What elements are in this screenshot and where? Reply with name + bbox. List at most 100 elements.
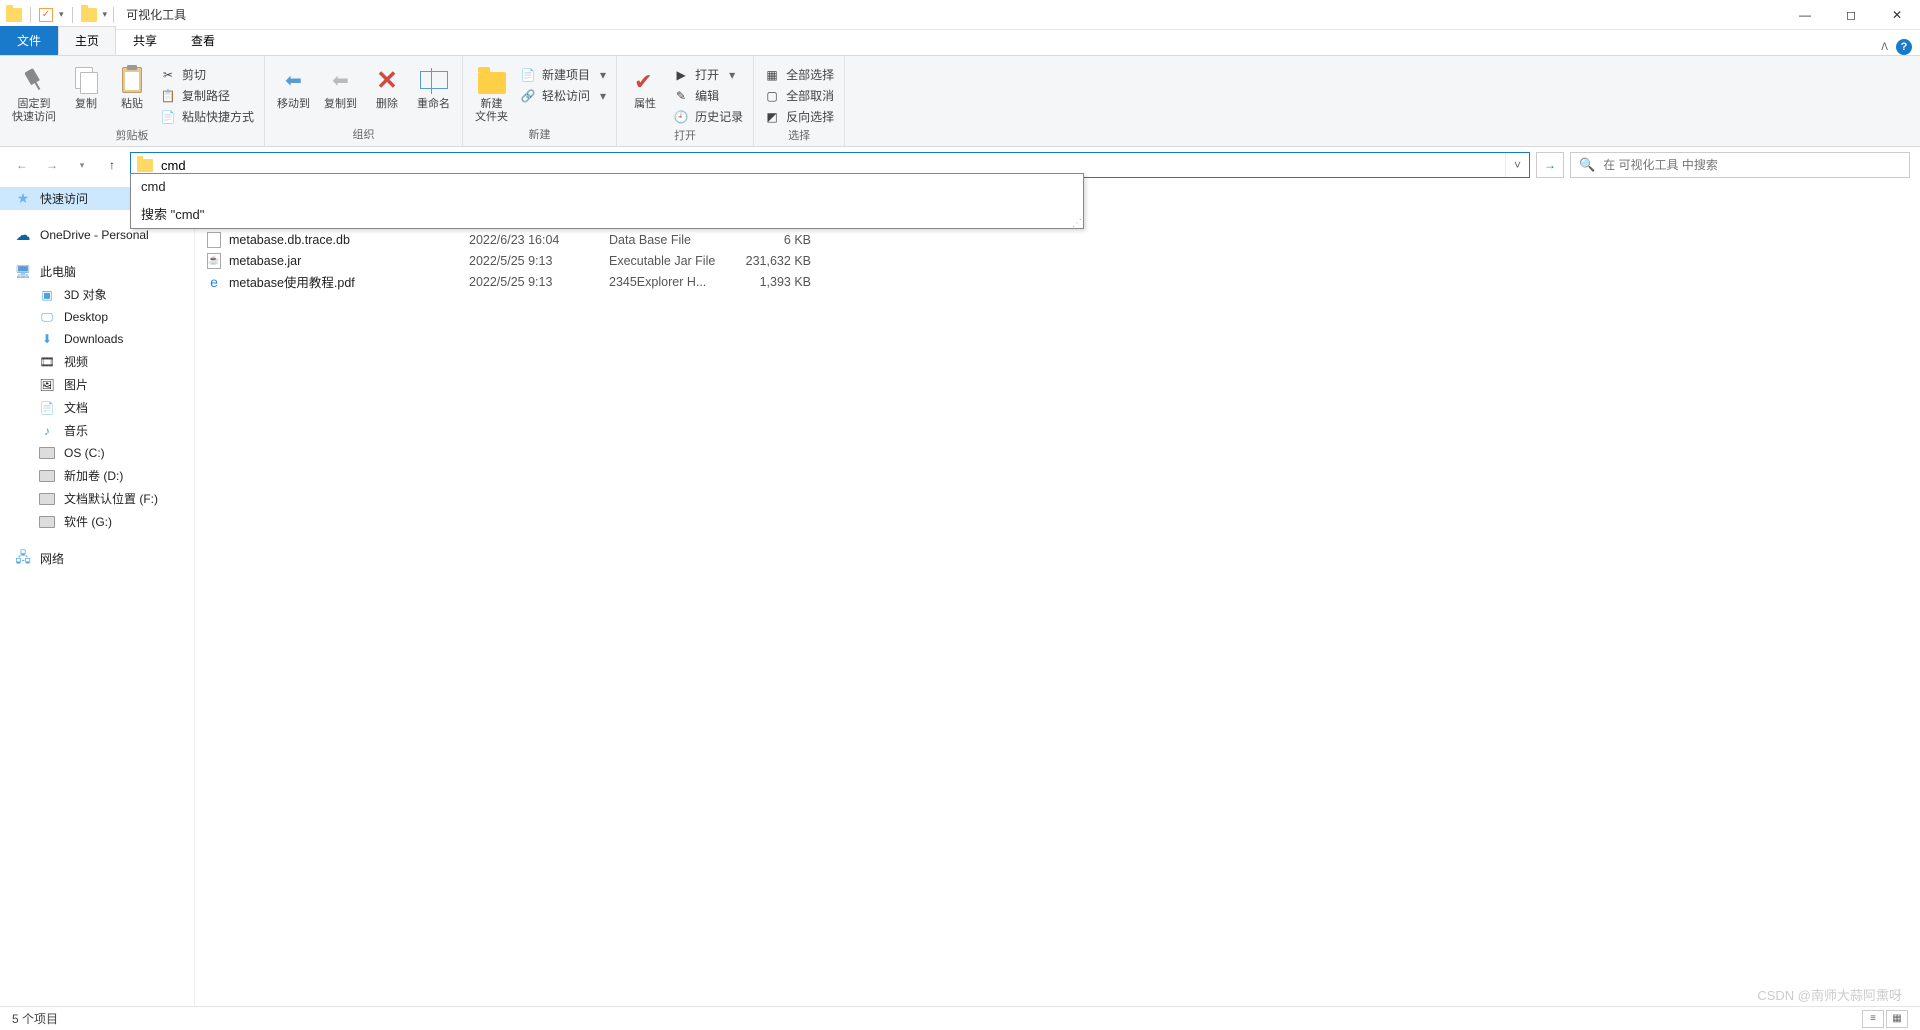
music-icon: ♪ <box>38 423 56 439</box>
moveto-label: 移动到 <box>277 98 310 111</box>
sidebar-item-drive-d[interactable]: 新加卷 (D:) <box>0 464 194 487</box>
paste-label: 粘贴 <box>121 98 143 111</box>
pin-quickaccess-button[interactable]: 固定到 快速访问 <box>6 62 62 126</box>
newfolder-button[interactable]: 新建 文件夹 <box>469 62 514 126</box>
drive-icon <box>38 514 56 530</box>
check-icon: ✔ <box>634 69 656 91</box>
maximize-button[interactable]: ◻ <box>1828 0 1874 30</box>
sidebar-item-pictures[interactable]: 🖼图片 <box>0 373 194 396</box>
paste-button[interactable]: 粘贴 <box>110 62 154 113</box>
divider <box>113 7 114 23</box>
tab-share[interactable]: 共享 <box>116 26 174 55</box>
invertselect-button[interactable]: ◩反向选择 <box>760 106 838 127</box>
sidebar-item-drive-g[interactable]: 软件 (G:) <box>0 510 194 533</box>
history-label: 历史记录 <box>695 108 743 125</box>
group-open: ✔ 属性 ▶打开▾ ✎编辑 🕘历史记录 打开 <box>617 56 754 146</box>
sidebar-label: 音乐 <box>64 422 88 439</box>
easyaccess-button[interactable]: 🔗轻松访问▾ <box>516 85 610 106</box>
moveto-button[interactable]: ⬅ 移动到 <box>271 62 316 113</box>
close-button[interactable]: ✕ <box>1874 0 1920 30</box>
db-file-icon <box>207 232 221 248</box>
sidebar-item-3dobjects[interactable]: ▣ 3D 对象 <box>0 283 194 306</box>
sidebar-label: 图片 <box>64 376 88 393</box>
copyto-button[interactable]: ⬅ 复制到 <box>318 62 363 113</box>
objects-icon: ▣ <box>38 287 56 303</box>
cut-label: 剪切 <box>182 66 206 83</box>
pasteshortcut-button[interactable]: 📄粘贴快捷方式 <box>156 106 258 127</box>
table-row[interactable]: metabase.db.trace.db 2022/6/23 16:04 Dat… <box>195 229 1920 250</box>
address-dropdown[interactable]: ˅ <box>1505 153 1529 177</box>
table-row[interactable]: ☕ metabase.jar 2022/5/25 9:13 Executable… <box>195 250 1920 271</box>
props-label: 属性 <box>634 98 656 111</box>
open-button[interactable]: ▶打开▾ <box>669 64 747 85</box>
group-label: 新建 <box>469 126 610 144</box>
delete-button[interactable]: ✕ 删除 <box>365 62 409 113</box>
table-row[interactable]: e metabase使用教程.pdf 2022/5/25 9:13 2345Ex… <box>195 271 1920 292</box>
explorer-body: ★快速访问 ☁OneDrive - Personal 🖥此电脑 ▣3D 对象 🖵… <box>0 183 1920 1006</box>
nav-forward-button[interactable]: → <box>40 153 64 177</box>
selectall-button[interactable]: ▦全部选择 <box>760 64 838 85</box>
minimize-button[interactable]: ― <box>1782 0 1828 30</box>
sidebar-item-music[interactable]: ♪ 音乐 <box>0 419 194 442</box>
history-button[interactable]: 🕘历史记录 <box>669 106 747 127</box>
view-details-button[interactable]: ≡ <box>1862 1010 1884 1028</box>
suggestion-item[interactable]: cmd <box>131 174 1083 199</box>
sidebar-item-thispc[interactable]: 🖥 此电脑 <box>0 260 194 283</box>
window-controls: ― ◻ ✕ <box>1782 0 1920 30</box>
view-icons-button[interactable]: ▦ <box>1886 1010 1908 1028</box>
rename-button[interactable]: 重命名 <box>411 62 456 113</box>
help-button[interactable]: ? <box>1896 39 1912 55</box>
folder-icon <box>81 8 97 22</box>
copypath-button[interactable]: 📋复制路径 <box>156 85 258 106</box>
sidebar-label: 3D 对象 <box>64 286 107 303</box>
pc-icon: 🖥 <box>14 264 32 280</box>
selectnone-label: 全部取消 <box>786 87 834 104</box>
newitem-icon: 📄 <box>520 67 536 83</box>
ribbon: 固定到 快速访问 复制 粘贴 ✂剪切 📋复制路径 📄粘贴快捷方式 剪贴板 ⬅ 移… <box>0 55 1920 147</box>
star-icon: ★ <box>14 191 32 207</box>
suggestion-search-item[interactable]: 搜索 "cmd" <box>131 199 1083 228</box>
sidebar-item-desktop[interactable]: 🖵Desktop <box>0 306 194 328</box>
sidebar-item-network[interactable]: 🖧网络 <box>0 547 194 570</box>
scissors-icon: ✂ <box>160 67 176 83</box>
shortcut-icon: 📄 <box>160 109 176 125</box>
view-switcher: ≡ ▦ <box>1862 1010 1908 1028</box>
tab-home[interactable]: 主页 <box>58 26 116 55</box>
copy-button[interactable]: 复制 <box>64 62 108 113</box>
ribbon-help: ᐱ ? <box>1881 39 1920 55</box>
address-go-button[interactable]: → <box>1536 152 1564 178</box>
copyto-label: 复制到 <box>324 98 357 111</box>
qat-dropdown[interactable]: ▾ <box>59 9 64 20</box>
copyto-icon: ⬅ <box>329 68 353 92</box>
sidebar-item-videos[interactable]: 🎞视频 <box>0 350 194 373</box>
sidebar-item-drive-f[interactable]: 文档默认位置 (F:) <box>0 487 194 510</box>
tab-view[interactable]: 查看 <box>174 26 232 55</box>
sidebar-label: 快速访问 <box>40 190 88 207</box>
newfolder-icon <box>478 72 506 94</box>
nav-recent-button[interactable]: ▾ <box>70 153 94 177</box>
edit-button[interactable]: ✎编辑 <box>669 85 747 106</box>
rename-icon <box>420 71 448 89</box>
selectall-icon: ▦ <box>764 67 780 83</box>
divider <box>72 7 73 23</box>
properties-button[interactable]: ✔ 属性 <box>623 62 667 113</box>
ribbon-collapse-button[interactable]: ᐱ <box>1881 42 1888 53</box>
sidebar-label: 此电脑 <box>40 263 76 280</box>
chevron-down-icon[interactable]: ▾ <box>103 9 108 20</box>
nav-up-button[interactable]: ↑ <box>100 153 124 177</box>
qat-properties-button[interactable]: ✓ <box>39 8 53 22</box>
group-label: 打开 <box>623 127 747 145</box>
file-name: metabase使用教程.pdf <box>229 272 469 291</box>
sidebar-item-downloads[interactable]: ⬇Downloads <box>0 328 194 350</box>
cut-button[interactable]: ✂ 剪切 <box>156 64 258 85</box>
nav-back-button[interactable]: ← <box>10 153 34 177</box>
search-input[interactable] <box>1603 158 1901 172</box>
search-box[interactable]: 🔍 <box>1570 152 1910 178</box>
selectnone-button[interactable]: ▢全部取消 <box>760 85 838 106</box>
sidebar-item-drive-c[interactable]: OS (C:) <box>0 442 194 464</box>
tab-file[interactable]: 文件 <box>0 26 58 55</box>
newitem-button[interactable]: 📄新建项目▾ <box>516 64 610 85</box>
folder-icon <box>6 8 22 22</box>
resize-grip-icon[interactable]: ⋰ <box>1072 220 1081 228</box>
sidebar-item-documents[interactable]: 📄文档 <box>0 396 194 419</box>
